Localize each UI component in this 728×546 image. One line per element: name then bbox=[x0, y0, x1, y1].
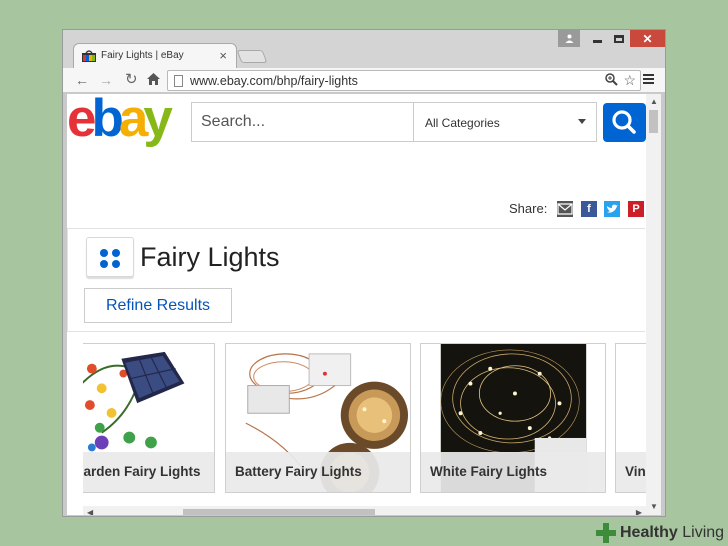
home-icon[interactable] bbox=[147, 72, 160, 88]
page-title: Fairy Lights bbox=[140, 242, 280, 272]
ebay-favicon-icon bbox=[82, 50, 96, 62]
product-label: Battery Fairy Lights bbox=[226, 452, 410, 492]
new-tab-button[interactable] bbox=[236, 50, 268, 63]
logo-letter-b: b bbox=[91, 94, 123, 148]
product-card[interactable]: Battery Fairy Lights bbox=[225, 343, 411, 493]
healthy-living-watermark: Healthy Living bbox=[596, 520, 724, 546]
close-icon: ✕ bbox=[642, 31, 653, 46]
logo-letter-a: a bbox=[118, 94, 149, 148]
product-card[interactable]: Vin bbox=[615, 343, 646, 493]
minimize-button[interactable] bbox=[586, 30, 608, 47]
tab-close-icon[interactable]: × bbox=[219, 48, 227, 63]
category-grid-icon bbox=[86, 237, 134, 277]
twitter-icon[interactable] bbox=[604, 201, 620, 217]
scroll-down-icon[interactable]: ▼ bbox=[650, 502, 658, 511]
search-button[interactable] bbox=[603, 103, 646, 142]
user-profile-button[interactable] bbox=[558, 30, 580, 47]
page-viewport: ebay Search... All Categories Share: f P bbox=[67, 94, 646, 515]
product-label: Garden Fairy Lights bbox=[83, 452, 214, 492]
product-card[interactable]: Garden Fairy Lights bbox=[83, 343, 215, 493]
close-window-button[interactable]: ✕ bbox=[630, 30, 665, 47]
facebook-icon[interactable]: f bbox=[581, 201, 597, 217]
url-text[interactable]: www.ebay.com/bhp/fairy-lights bbox=[190, 74, 358, 88]
browser-window: Fairy Lights | eBay × ✕ ← → ↻ www.ebay.c… bbox=[62, 29, 666, 517]
pinterest-icon[interactable]: P bbox=[628, 201, 644, 217]
scroll-thumb[interactable] bbox=[183, 509, 375, 515]
maximize-button[interactable] bbox=[608, 30, 630, 47]
user-icon bbox=[565, 34, 573, 43]
search-icon bbox=[612, 110, 636, 134]
refine-results-button[interactable]: Refine Results bbox=[84, 288, 232, 323]
browser-toolbar: ← → ↻ www.ebay.com/bhp/fairy-lights ☆ bbox=[63, 68, 665, 93]
healthy-living-logo-icon bbox=[596, 523, 616, 543]
scroll-right-icon[interactable]: ▶ bbox=[636, 508, 642, 515]
product-label: White Fairy Lights bbox=[421, 452, 605, 492]
zoom-icon[interactable] bbox=[605, 73, 618, 89]
search-placeholder: Search... bbox=[201, 113, 266, 130]
category-header-panel: Fairy Lights Refine Results bbox=[67, 228, 645, 332]
maximize-icon bbox=[614, 34, 624, 43]
product-carousel: Garden Fairy Lights Battery Fairy Lights… bbox=[83, 343, 646, 493]
watermark-brand-rest: Living bbox=[677, 524, 725, 541]
forward-icon[interactable]: → bbox=[99, 72, 113, 88]
logo-letter-e: e bbox=[67, 94, 97, 148]
scroll-thumb[interactable] bbox=[649, 110, 658, 133]
category-select[interactable]: All Categories bbox=[413, 102, 597, 142]
menu-icon[interactable] bbox=[643, 74, 654, 86]
scroll-left-icon[interactable]: ◀ bbox=[87, 508, 93, 515]
product-card[interactable]: White Fairy Lights bbox=[420, 343, 606, 493]
product-label: Vin bbox=[616, 452, 646, 492]
share-label: Share: bbox=[509, 201, 548, 216]
search-input[interactable]: Search... bbox=[191, 102, 413, 142]
tab-title: Fairy Lights | eBay bbox=[101, 50, 184, 61]
scroll-up-icon[interactable]: ▲ bbox=[650, 97, 658, 106]
vertical-scrollbar[interactable]: ▲ ▼ bbox=[646, 94, 661, 515]
watermark-brand-bold: Healthy bbox=[620, 524, 678, 541]
page-icon bbox=[174, 75, 183, 87]
bookmark-star-icon[interactable]: ☆ bbox=[623, 72, 636, 89]
back-icon[interactable]: ← bbox=[75, 72, 89, 88]
mail-icon[interactable] bbox=[557, 201, 573, 217]
chevron-down-icon bbox=[578, 119, 586, 124]
category-label: All Categories bbox=[425, 116, 500, 130]
horizontal-scrollbar[interactable]: ◀ ▶ bbox=[83, 506, 646, 515]
browser-tab[interactable]: Fairy Lights | eBay × bbox=[73, 43, 237, 69]
logo-letter-y: y bbox=[143, 94, 173, 148]
reload-icon[interactable]: ↻ bbox=[125, 72, 138, 88]
title-bar: Fairy Lights | eBay × ✕ bbox=[63, 30, 665, 69]
minimize-icon bbox=[592, 40, 602, 43]
address-bar[interactable]: www.ebay.com/bhp/fairy-lights ☆ bbox=[167, 70, 641, 91]
watermark-text: Healthy Living bbox=[620, 524, 724, 542]
ebay-logo[interactable]: ebay bbox=[67, 94, 173, 145]
